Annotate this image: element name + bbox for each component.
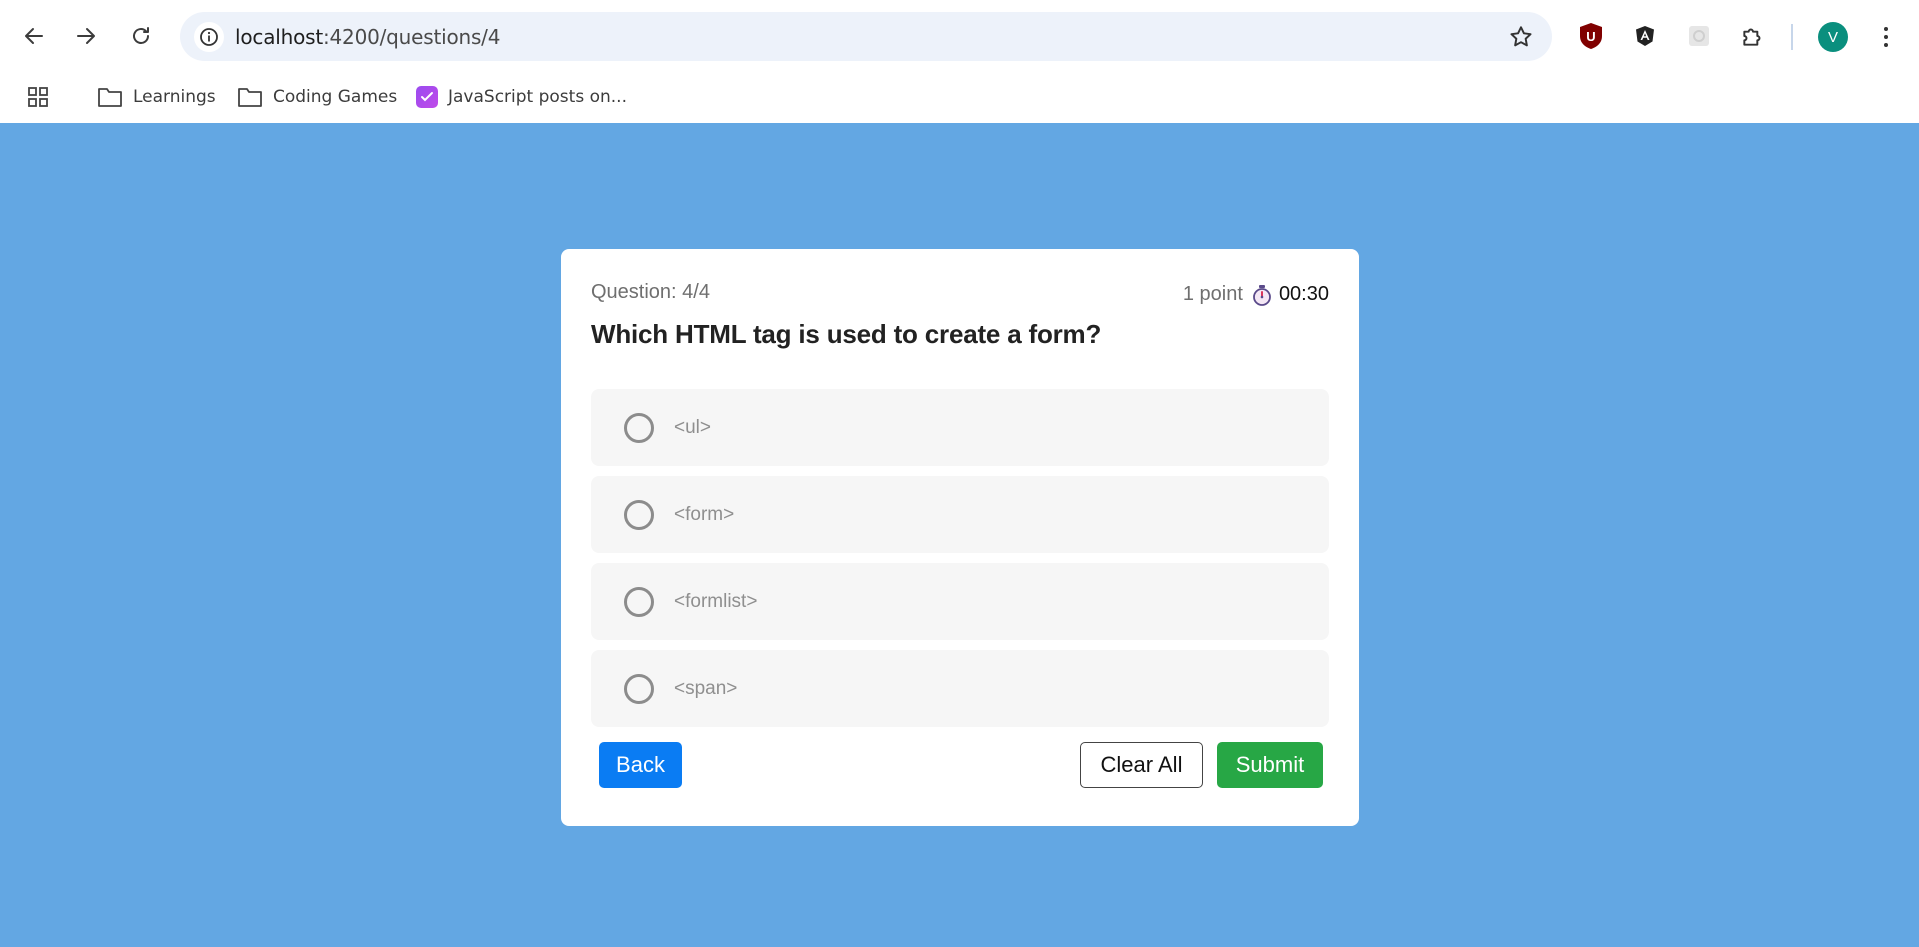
apps-button[interactable] — [26, 82, 50, 112]
folder-icon — [238, 88, 262, 107]
answer-option[interactable]: <ul> — [591, 389, 1329, 466]
extension-generic-icon — [1689, 26, 1709, 46]
radio-button[interactable] — [624, 674, 654, 704]
stopwatch-icon — [1253, 284, 1271, 306]
question-meta: 1 point 00:30 — [1183, 283, 1329, 306]
svg-text:U: U — [1586, 29, 1595, 44]
url-host: localhost — [235, 25, 323, 49]
bookmark-label: Coding Games — [273, 87, 398, 107]
angular-extension[interactable] — [1629, 20, 1661, 52]
arrow-left-icon — [25, 28, 43, 44]
back-nav-button[interactable] — [14, 16, 54, 56]
radio-button[interactable] — [624, 413, 654, 443]
forward-nav-button[interactable] — [66, 16, 106, 56]
answer-options: <ul> <form> <formlist> <span> — [591, 389, 1329, 737]
points-label: 1 point — [1182, 283, 1243, 305]
answer-option[interactable]: <span> — [591, 650, 1329, 727]
toolbar-divider — [1791, 24, 1793, 50]
bookmark-label: Learnings — [133, 87, 216, 107]
arrow-right-icon — [77, 28, 95, 44]
timer-value: 00:30 — [1278, 283, 1329, 305]
bookmarks-bar: Learnings Coding Games JavaScript posts … — [0, 74, 1919, 122]
js-posts-icon — [416, 86, 438, 108]
star-icon — [1510, 26, 1532, 47]
option-label: <ul> — [674, 417, 711, 438]
option-label: <formlist> — [674, 591, 758, 612]
url-path: :4200/questions/4 — [322, 25, 501, 49]
puzzle-icon — [1743, 28, 1761, 46]
question-text: Which HTML tag is used to create a form? — [591, 319, 1102, 349]
bookmark-star-button[interactable] — [1508, 24, 1534, 50]
info-icon — [200, 28, 218, 46]
site-info-button[interactable] — [194, 22, 224, 52]
bookmark-label: JavaScript posts on... — [448, 87, 627, 107]
browser-toolbar: localhost:4200/questions/4 U V — [0, 0, 1919, 74]
url-text[interactable]: localhost:4200/questions/4 — [235, 25, 500, 49]
browser-menu-button[interactable] — [1876, 20, 1896, 54]
ublock-icon: U — [1580, 23, 1602, 49]
ublock-extension[interactable]: U — [1575, 20, 1607, 52]
quiz-card: Question: 4/4 1 point 00:30 Which HTML t… — [561, 249, 1359, 826]
clear-all-button[interactable]: Clear All — [1080, 742, 1203, 788]
answer-option[interactable]: <formlist> — [591, 563, 1329, 640]
radio-button[interactable] — [624, 500, 654, 530]
extensions-menu-button[interactable] — [1737, 20, 1769, 52]
option-label: <form> — [674, 504, 735, 525]
radio-button[interactable] — [624, 587, 654, 617]
browser-chrome: localhost:4200/questions/4 U V Learnings — [0, 0, 1919, 123]
reload-icon — [133, 27, 149, 44]
back-button[interactable]: Back — [599, 742, 682, 788]
option-label: <span> — [674, 678, 738, 699]
question-counter: Question: 4/4 — [591, 281, 710, 303]
bookmark-coding-games[interactable]: Coding Games — [237, 82, 397, 112]
profile-avatar[interactable]: V — [1818, 22, 1848, 52]
folder-icon — [98, 88, 122, 107]
answer-option[interactable]: <form> — [591, 476, 1329, 553]
bookmark-javascript-posts[interactable]: JavaScript posts on... — [416, 82, 627, 112]
angular-icon — [1636, 26, 1654, 46]
reload-button[interactable] — [121, 16, 161, 56]
apps-grid-icon — [28, 87, 48, 107]
generic-extension[interactable] — [1683, 20, 1715, 52]
bookmark-learnings[interactable]: Learnings — [97, 82, 216, 112]
submit-button[interactable]: Submit — [1217, 742, 1323, 788]
address-bar[interactable]: localhost:4200/questions/4 — [180, 12, 1552, 61]
